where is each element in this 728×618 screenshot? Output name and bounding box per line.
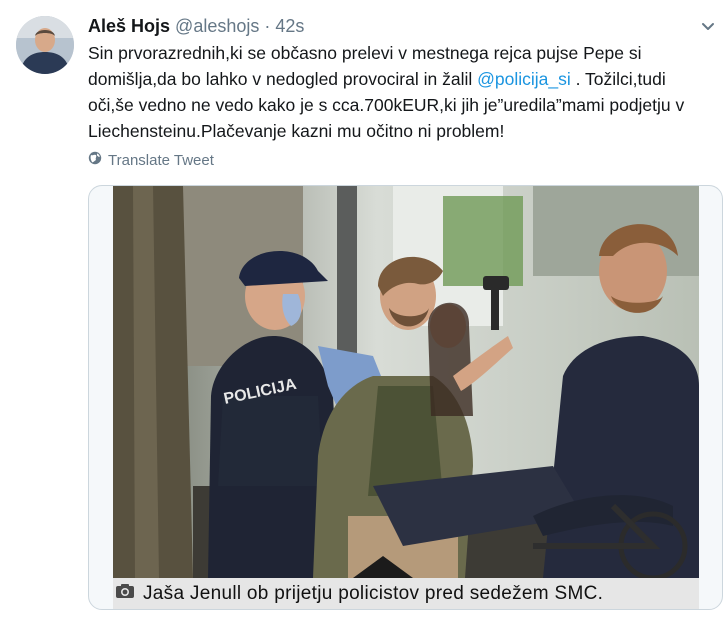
photo-caption: Jaša Jenull ob prijetju policistov pred … (113, 578, 699, 609)
tweet-media[interactable]: POLICIJA Jaša Jenull ob prijetju policis… (88, 185, 723, 610)
globe-icon (88, 151, 102, 171)
chevron-down-icon[interactable] (698, 16, 718, 36)
tweet-photo[interactable]: POLICIJA (113, 186, 699, 581)
author-handle[interactable]: @aleshojs (175, 16, 259, 36)
timestamp[interactable]: 42s (275, 16, 304, 36)
tweet-text: Sin prvorazrednih,ki se občasno prelevi … (88, 40, 708, 144)
author-name[interactable]: Aleš Hojs (88, 16, 170, 36)
tweet-header: Aleš Hojs @aleshojs · 42s (88, 14, 304, 38)
avatar[interactable] (16, 16, 74, 74)
separator-dot: · (264, 16, 271, 36)
caption-text: Jaša Jenull ob prijetju policistov pred … (143, 582, 604, 604)
mention-link[interactable]: @policija_si (477, 69, 571, 89)
camera-icon (115, 583, 135, 605)
translate-tweet-link[interactable]: Translate Tweet (88, 151, 214, 171)
tweet: Aleš Hojs @aleshojs · 42s Sin prvorazred… (0, 0, 728, 618)
translate-label: Translate Tweet (108, 152, 214, 169)
